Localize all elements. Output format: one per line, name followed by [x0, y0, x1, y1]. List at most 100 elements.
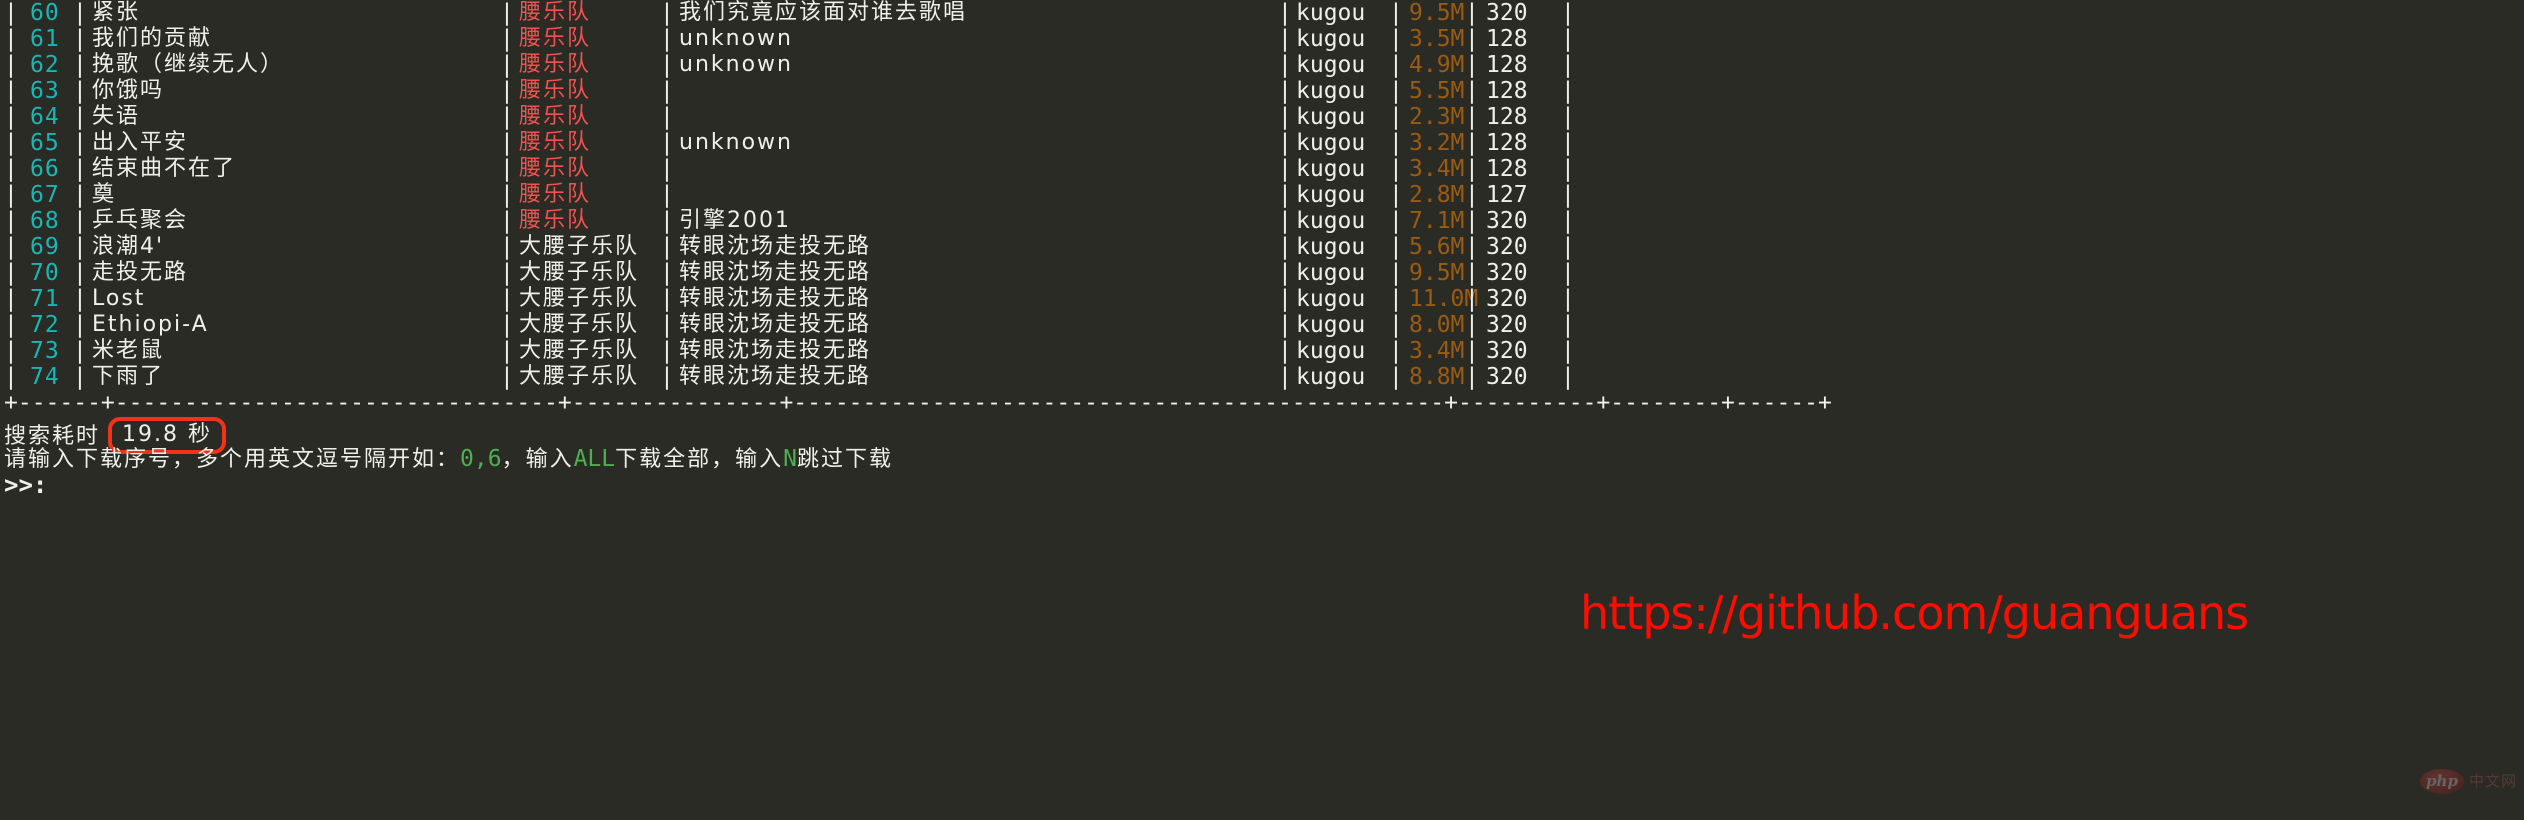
- column-separator: |: [1465, 312, 1479, 338]
- cell-album: 转眼沈场走投无路: [679, 312, 872, 337]
- column-separator: |: [1465, 182, 1479, 208]
- cell-source: kugou: [1296, 312, 1366, 338]
- table-row[interactable]: | 65 | 出入平安 | 腰乐队 | unknown | kugou | 3.2M | 128 |: [0, 130, 2524, 156]
- terminal-window: | 60 | 紧张 | 腰乐队 | 我们究竟应该面对谁去歌唱 | kugou | 9.5M | 320 | |…: [0, 0, 2524, 820]
- cell-album: 转眼沈场走投无路: [679, 234, 872, 259]
- cell-index: 61: [30, 26, 60, 52]
- table-separator: +------+--------------------------------…: [4, 390, 1832, 416]
- cell-album: unknown: [679, 52, 793, 77]
- cell-title: 下雨了: [92, 364, 165, 389]
- cell-size: 9.5M: [1409, 0, 1465, 26]
- php-logo-icon: php: [2420, 768, 2464, 794]
- cell-rate: 320: [1486, 364, 1528, 390]
- cell-source: kugou: [1296, 338, 1366, 364]
- column-separator: |: [1561, 52, 1575, 78]
- table-row[interactable]: | 63 | 你饿吗 | 腰乐队 | | kugou | 5.5M | 128 |: [0, 78, 2524, 104]
- column-separator: |: [660, 234, 674, 260]
- cell-album: 转眼沈场走投无路: [679, 364, 872, 389]
- command-prompt-line[interactable]: >>:: [4, 470, 47, 500]
- table-row[interactable]: | 66 | 结束曲不在了 | 腰乐队 | | kugou | 3.4M | 128 |: [0, 156, 2524, 182]
- column-separator: |: [73, 156, 87, 182]
- cell-artist: 大腰子乐队: [519, 338, 640, 363]
- cell-rate: 128: [1486, 78, 1528, 104]
- column-separator: |: [73, 104, 87, 130]
- column-separator: |: [1561, 312, 1575, 338]
- cell-artist: 腰乐队: [519, 208, 592, 233]
- table-row[interactable]: | 71 | Lost | 大腰子乐队 | 转眼沈场走投无路 | kugou | 11.0M | 320 |: [0, 286, 2524, 312]
- column-separator: |: [1389, 312, 1403, 338]
- cell-source: kugou: [1296, 182, 1366, 208]
- column-separator: |: [1389, 338, 1403, 364]
- table-row[interactable]: | 67 | 奠 | 腰乐队 | | kugou | 2.8M | 127 |: [0, 182, 2524, 208]
- cell-title: 结束曲不在了: [92, 156, 237, 181]
- cell-size: 5.5M: [1409, 78, 1465, 104]
- cell-source: kugou: [1296, 156, 1366, 182]
- cell-rate: 128: [1486, 104, 1528, 130]
- cell-rate: 320: [1486, 208, 1528, 234]
- column-separator: |: [1278, 0, 1292, 26]
- cell-album: 转眼沈场走投无路: [679, 286, 872, 311]
- column-separator: |: [500, 104, 514, 130]
- column-separator: |: [660, 130, 674, 156]
- table-row[interactable]: | 61 | 我们的贡献 | 腰乐队 | unknown | kugou | 3.5M | 128 |: [0, 26, 2524, 52]
- column-separator: |: [4, 0, 18, 26]
- column-separator: |: [1278, 78, 1292, 104]
- cell-size: 8.0M: [1409, 312, 1465, 338]
- cell-index: 68: [30, 208, 60, 234]
- cell-index: 66: [30, 156, 60, 182]
- column-separator: |: [500, 78, 514, 104]
- hint-text-part1: 请输入下载序号，多个用英文逗号隔开如：: [4, 447, 461, 472]
- cell-size: 9.5M: [1409, 260, 1465, 286]
- column-separator: |: [500, 286, 514, 312]
- cell-rate: 320: [1486, 234, 1528, 260]
- column-separator: |: [500, 338, 514, 364]
- cell-rate: 320: [1486, 260, 1528, 286]
- cell-rate: 320: [1486, 338, 1528, 364]
- cell-album: 引擎2001: [679, 208, 791, 233]
- cell-rate: 128: [1486, 52, 1528, 78]
- table-row[interactable]: | 74 | 下雨了 | 大腰子乐队 | 转眼沈场走投无路 | kugou | 8.8M | 320 |: [0, 364, 2524, 390]
- column-separator: |: [1465, 364, 1479, 390]
- table-row[interactable]: | 64 | 失语 | 腰乐队 | | kugou | 2.3M | 128 |: [0, 104, 2524, 130]
- column-separator: |: [660, 338, 674, 364]
- cell-artist: 大腰子乐队: [519, 364, 640, 389]
- cell-source: kugou: [1296, 130, 1366, 156]
- cell-index: 67: [30, 182, 60, 208]
- column-separator: |: [1278, 104, 1292, 130]
- cell-artist: 大腰子乐队: [519, 286, 640, 311]
- cell-index: 65: [30, 130, 60, 156]
- column-separator: |: [500, 130, 514, 156]
- cell-artist: 腰乐队: [519, 130, 592, 155]
- cell-index: 73: [30, 338, 60, 364]
- column-separator: |: [4, 104, 18, 130]
- cell-index: 69: [30, 234, 60, 260]
- cell-title: 你饿吗: [92, 78, 165, 103]
- cell-artist: 腰乐队: [519, 156, 592, 181]
- cell-source: kugou: [1296, 286, 1366, 312]
- cell-size: 3.4M: [1409, 156, 1465, 182]
- cell-title: Ethiopi-A: [92, 312, 209, 337]
- table-row[interactable]: | 62 | 挽歌（继续无人） | 腰乐队 | unknown | kugou | 4.9M | 128 |: [0, 52, 2524, 78]
- column-separator: |: [1561, 364, 1575, 390]
- column-separator: |: [1389, 286, 1403, 312]
- column-separator: |: [1561, 208, 1575, 234]
- cell-size: 8.8M: [1409, 364, 1465, 390]
- table-row[interactable]: | 70 | 走投无路 | 大腰子乐队 | 转眼沈场走投无路 | kugou | 9.5M | 320 |: [0, 260, 2524, 286]
- table-row[interactable]: | 73 | 米老鼠 | 大腰子乐队 | 转眼沈场走投无路 | kugou | 3.4M | 320 |: [0, 338, 2524, 364]
- table-row[interactable]: | 69 | 浪潮4' | 大腰子乐队 | 转眼沈场走投无路 | kugou | 5.6M | 320 |: [0, 234, 2524, 260]
- hint-keyword-all: ALL: [573, 446, 616, 472]
- hint-text-part3: 下载全部，输入: [615, 447, 784, 472]
- table-row[interactable]: | 68 | 乒乓聚会 | 腰乐队 | 引擎2001 | kugou | 7.1M | 320 |: [0, 208, 2524, 234]
- column-separator: |: [73, 182, 87, 208]
- hint-example-indices: 0,6: [460, 446, 502, 472]
- column-separator: |: [500, 260, 514, 286]
- cell-artist: 腰乐队: [519, 52, 592, 77]
- column-separator: |: [1465, 130, 1479, 156]
- column-separator: |: [73, 26, 87, 52]
- column-separator: |: [4, 364, 18, 390]
- column-separator: |: [1278, 234, 1292, 260]
- column-separator: |: [660, 78, 674, 104]
- table-row[interactable]: | 72 | Ethiopi-A | 大腰子乐队 | 转眼沈场走投无路 | kugou | 8.0M |…: [0, 312, 2524, 338]
- column-separator: |: [1389, 208, 1403, 234]
- table-row[interactable]: | 60 | 紧张 | 腰乐队 | 我们究竟应该面对谁去歌唱 | kugou | 9.5M | 320 |: [0, 0, 2524, 26]
